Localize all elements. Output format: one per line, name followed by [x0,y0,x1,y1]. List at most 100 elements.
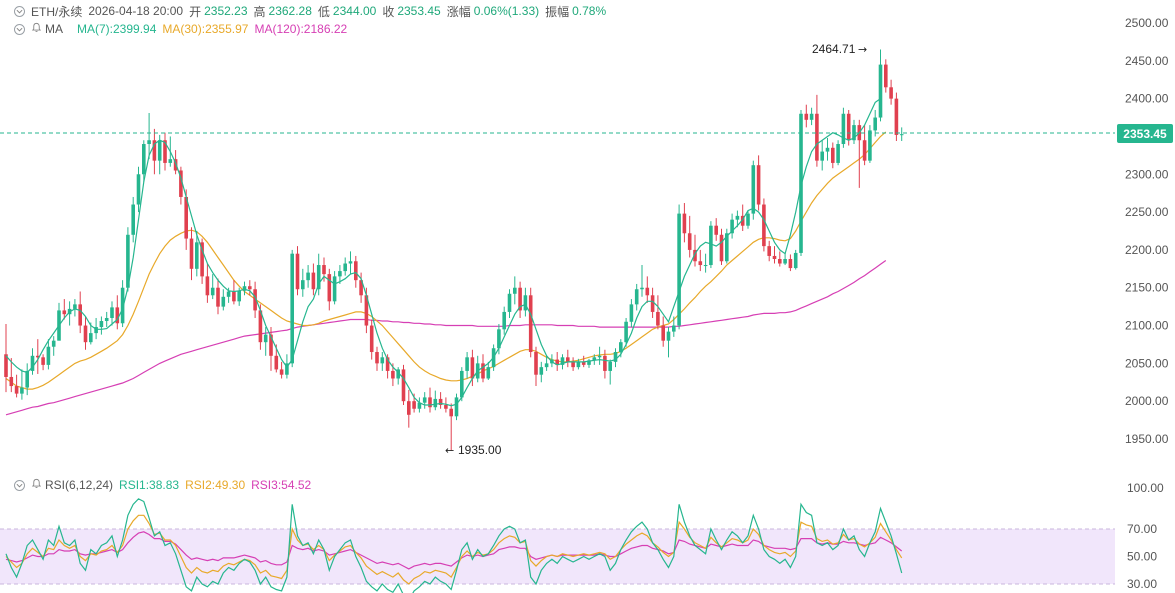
candle[interactable] [820,140,824,171]
candle[interactable] [396,367,400,385]
candle[interactable] [534,346,538,387]
candle[interactable] [640,265,644,297]
candle[interactable] [83,316,88,350]
candle[interactable] [41,354,45,371]
candle[interactable] [348,251,353,275]
candle[interactable] [465,352,469,379]
candle[interactable] [656,295,660,330]
candle[interactable] [327,268,332,311]
candle[interactable] [852,119,856,145]
candle[interactable] [793,249,798,270]
candle[interactable] [301,268,305,297]
candle[interactable] [99,316,104,335]
candle[interactable] [788,254,793,272]
candle[interactable] [502,306,506,335]
candle[interactable] [560,354,565,370]
candle[interactable] [767,240,771,262]
candle[interactable] [375,346,379,371]
candle[interactable] [131,196,135,243]
candle[interactable] [783,252,787,266]
candle[interactable] [899,127,904,141]
candle[interactable] [756,155,761,211]
chevron-down-icon[interactable] [14,5,25,17]
candle[interactable] [30,348,35,375]
candle[interactable] [221,289,226,311]
candle[interactable] [110,301,114,326]
candle[interactable] [836,140,840,166]
candle[interactable] [539,361,544,383]
candle[interactable] [693,234,697,267]
candle[interactable] [290,249,294,368]
candle[interactable] [343,257,347,276]
candle[interactable] [332,271,337,305]
candle[interactable] [825,137,830,161]
candle[interactable] [57,302,61,341]
candle[interactable] [433,390,438,411]
candle[interactable] [629,299,634,328]
candle[interactable] [608,359,612,385]
candle[interactable] [894,92,899,141]
candle[interactable] [104,311,109,328]
candle[interactable] [295,246,300,296]
candle[interactable] [20,369,24,400]
candle[interactable] [380,352,385,371]
candle[interactable] [454,393,459,421]
candle[interactable] [242,281,247,296]
candle[interactable] [428,387,432,413]
candle[interactable] [179,166,183,205]
price-chart[interactable]: 2500.002450.002400.002350.002300.002250.… [0,0,1175,593]
candle[interactable] [677,204,681,330]
candle[interactable] [698,249,703,272]
ma-indicator-label[interactable]: MA [45,22,63,36]
candle[interactable] [804,104,809,128]
candle[interactable] [407,389,411,428]
candle[interactable] [597,346,602,365]
candle[interactable] [566,349,570,368]
candle[interactable] [672,316,676,337]
candle[interactable] [163,132,167,171]
candle[interactable] [884,59,888,93]
candle[interactable] [634,283,639,311]
candle[interactable] [878,49,883,122]
candle[interactable] [719,228,724,266]
chevron-down-icon[interactable] [14,23,25,35]
candle[interactable] [523,287,528,317]
candle[interactable] [438,392,443,409]
candle[interactable] [279,361,284,379]
candle[interactable] [841,107,846,148]
candle[interactable] [645,276,650,303]
candle[interactable] [73,299,77,317]
alert-bell-icon[interactable] [31,478,42,492]
candle[interactable] [555,352,559,371]
candle[interactable] [868,125,872,163]
candle[interactable] [25,363,29,396]
candle[interactable] [311,263,316,296]
candle[interactable] [518,281,522,318]
candle[interactable] [714,218,718,241]
candle[interactable] [571,357,575,371]
candle[interactable] [115,295,120,330]
candle[interactable] [725,228,729,264]
candle[interactable] [369,319,374,360]
candle[interactable] [730,213,734,239]
candle[interactable] [263,327,268,356]
candle[interactable] [422,392,427,409]
candle[interactable] [778,251,782,267]
candle[interactable] [513,276,517,305]
candle[interactable] [687,215,692,258]
candle[interactable] [772,246,777,264]
candle[interactable] [306,265,310,288]
candle[interactable] [682,203,687,243]
candle[interactable] [51,336,56,356]
candle[interactable] [216,278,220,315]
candle[interactable] [189,227,194,281]
candle[interactable] [873,109,877,137]
candle[interactable] [210,274,215,300]
candle[interactable] [587,358,591,368]
candle[interactable] [14,374,19,398]
candle[interactable] [401,364,406,405]
candle[interactable] [762,198,766,252]
candle[interactable] [751,160,756,220]
candle[interactable] [205,263,210,303]
chevron-down-icon[interactable] [14,479,25,491]
